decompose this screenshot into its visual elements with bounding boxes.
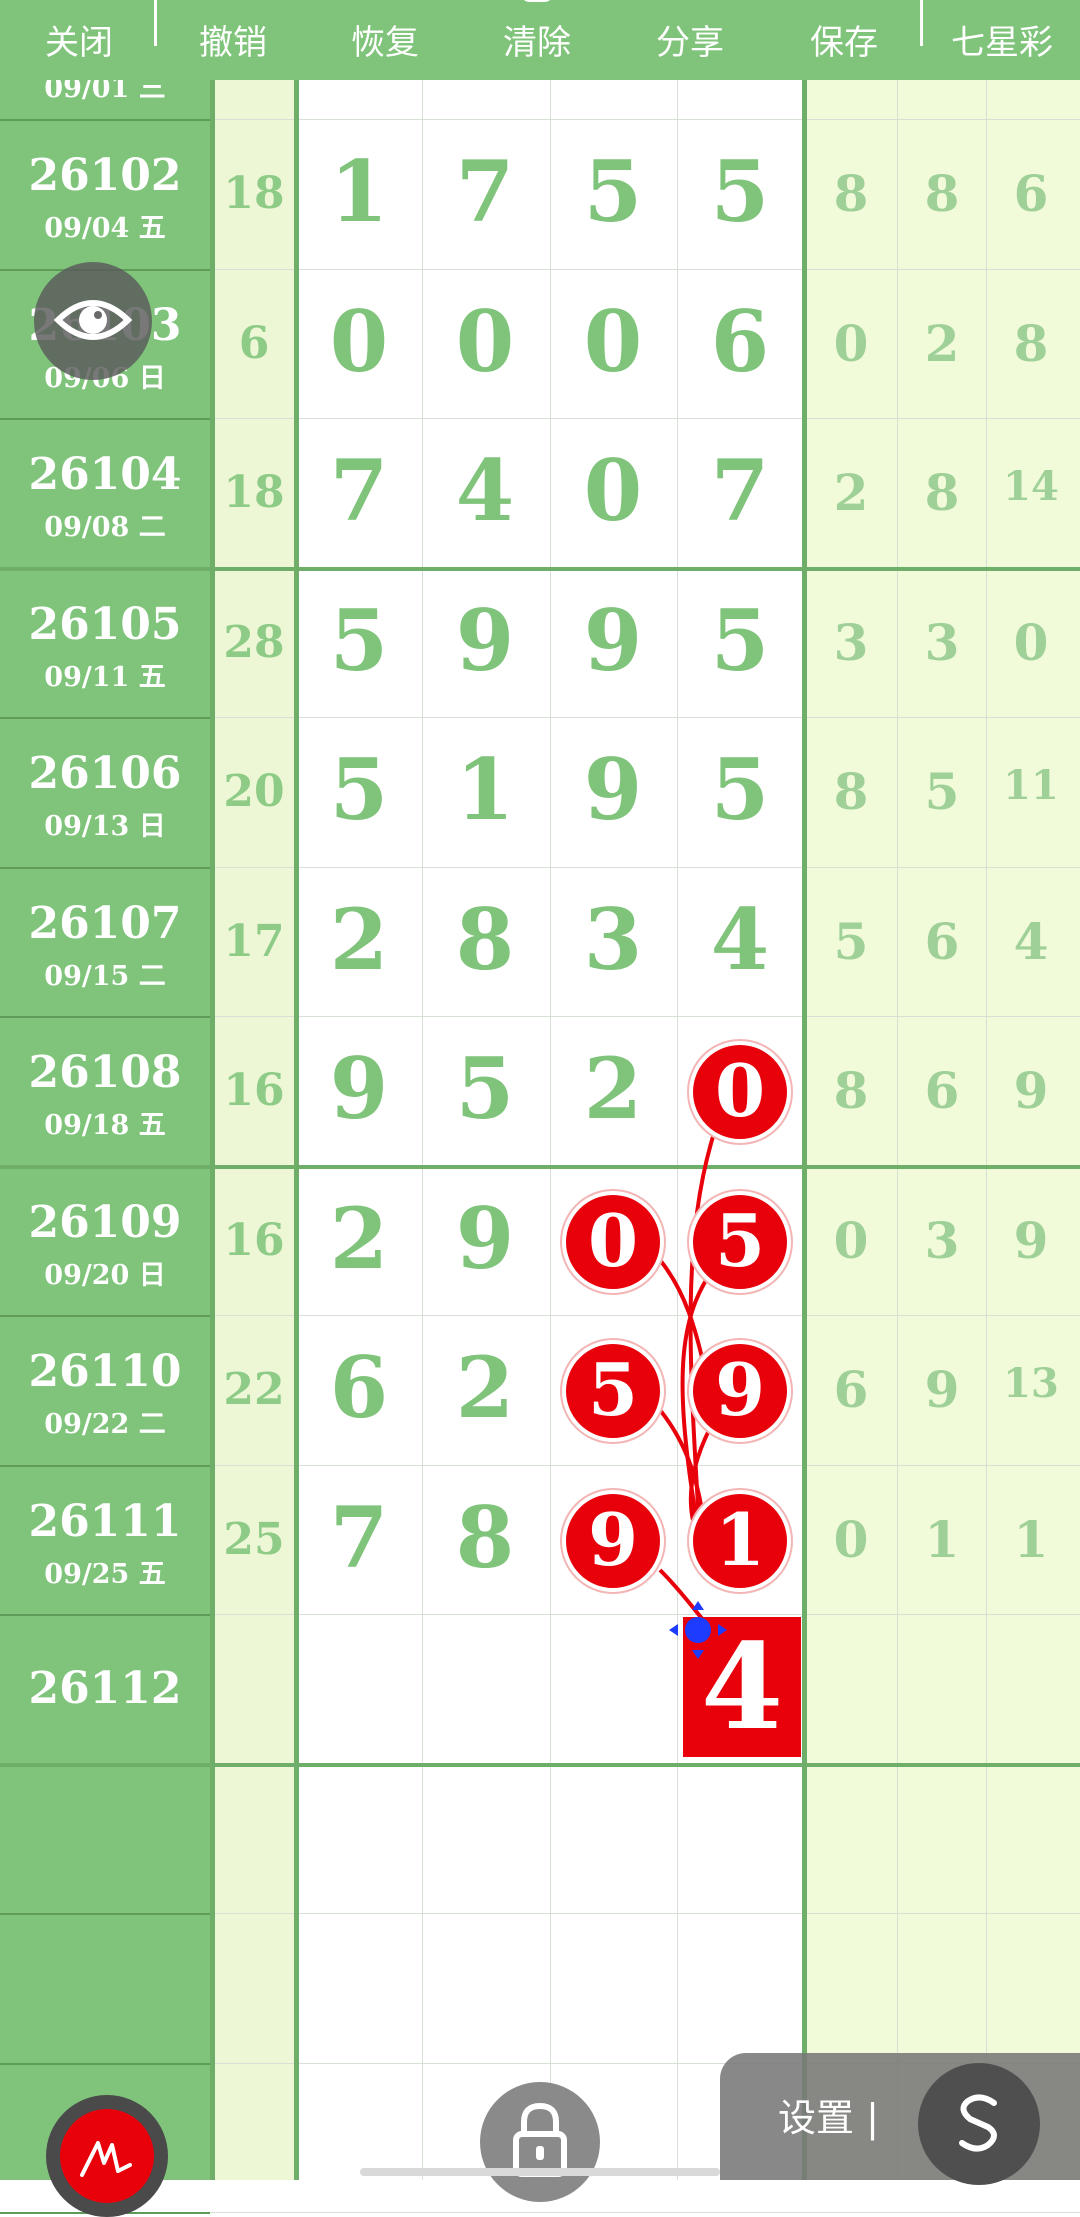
- toolbar: 关闭 撤销 恢复 清除 分享 保存 七星彩: [0, 0, 1080, 80]
- highlight-ball[interactable]: 9: [562, 1489, 664, 1592]
- chart-grid[interactable]: 09/01 三2610209/04 五2610309/06 日2610409/0…: [0, 73, 1080, 2214]
- redo-label: 恢复: [351, 23, 419, 63]
- save-label: 保存: [810, 23, 878, 63]
- highlight-ball[interactable]: 0: [689, 1041, 791, 1143]
- game-select-button[interactable]: 七星彩: [932, 0, 1072, 80]
- eye-toggle-button[interactable]: [34, 262, 152, 380]
- share-label: 分享: [656, 23, 724, 63]
- eye-icon: [53, 300, 133, 340]
- drag-handle-icon[interactable]: [663, 1595, 733, 1665]
- game-label: 七星彩: [951, 23, 1053, 63]
- close-icon: [14, 0, 144, 12]
- highlight-ball[interactable]: 9: [689, 1340, 791, 1442]
- redo-button[interactable]: 恢复: [320, 0, 450, 80]
- undo-button[interactable]: 撤销: [168, 0, 298, 80]
- lock-icon: [513, 2102, 567, 2177]
- settings-panel: 设置 |: [720, 2053, 1080, 2185]
- clear-icon: [524, 0, 550, 2]
- home-indicator: [360, 2168, 720, 2176]
- toolbar-divider: [154, 0, 157, 46]
- clear-button[interactable]: 清除: [472, 0, 602, 80]
- pen-icon: [80, 2141, 132, 2177]
- trend-lines: [658, 1129, 722, 1632]
- s-icon: [959, 2094, 997, 2152]
- s-button[interactable]: [918, 2063, 1040, 2185]
- redo-icon: [320, 0, 450, 12]
- highlight-ball[interactable]: 5: [562, 1340, 664, 1442]
- share-button[interactable]: 分享: [625, 0, 755, 80]
- share-icon: [625, 0, 755, 12]
- draw-button-inner: [60, 2109, 154, 2203]
- clear-label: 清除: [503, 23, 571, 63]
- settings-button[interactable]: 设置 |: [778, 2087, 879, 2142]
- highlight-ball[interactable]: 5: [689, 1190, 791, 1293]
- save-button[interactable]: 保存: [779, 0, 909, 80]
- undo-label: 撤销: [199, 23, 267, 63]
- highlight-ball[interactable]: 0: [562, 1190, 664, 1293]
- toolbar-divider: [920, 0, 923, 46]
- draw-button[interactable]: [46, 2095, 168, 2217]
- close-button[interactable]: 关闭: [14, 0, 144, 80]
- close-label: 关闭: [45, 23, 113, 63]
- undo-icon: [168, 0, 298, 12]
- lock-button[interactable]: [480, 2082, 600, 2202]
- settings-label: 设置: [778, 2096, 855, 2140]
- save-icon: [779, 0, 909, 12]
- highlight-ball[interactable]: 1: [689, 1489, 791, 1592]
